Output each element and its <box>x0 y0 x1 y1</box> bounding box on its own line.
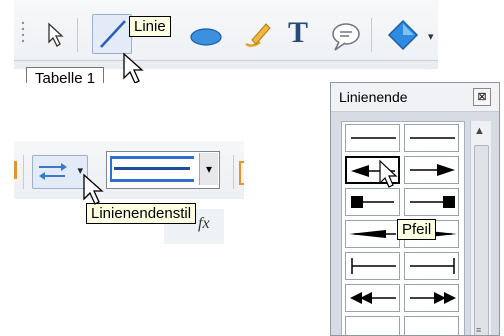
freeform-pencil-icon[interactable] <box>242 18 272 50</box>
selected-line-preview <box>110 156 194 182</box>
close-icon[interactable]: ⊠ <box>473 88 491 106</box>
line-tooltip: Linie <box>129 16 171 37</box>
line-tool-button[interactable] <box>92 14 132 54</box>
line-style-toolbar-panel: ▾ ▾ fx Linienendenstil <box>14 141 244 244</box>
line-ends-style-button[interactable]: ▾ <box>32 155 88 189</box>
line-end-double-arrow-left[interactable] <box>345 284 400 312</box>
line-icon <box>100 20 126 48</box>
toolbar-divider <box>77 18 78 52</box>
mouse-cursor-icon <box>83 173 104 205</box>
drawing-toolbar-panel: T ▾ Tabelle 1 Linie <box>14 0 438 83</box>
line-end-none-left[interactable] <box>345 124 400 152</box>
mouse-cursor-icon <box>123 52 144 83</box>
line-end-long-arrow-left[interactable] <box>345 220 400 248</box>
arrow-tooltip: Pfeil <box>397 219 437 240</box>
dropdown-arrow-icon[interactable]: ▾ <box>199 153 218 185</box>
sheet-tab[interactable]: Tabelle 1 <box>26 67 105 83</box>
line-end-bar-right[interactable] <box>404 252 459 280</box>
scroll-thumb[interactable] <box>474 145 489 335</box>
line-end-chooser-panel: Linienende ⊠ ▲ ≡ Pfeil <box>330 82 500 336</box>
toolbar-divider <box>23 155 24 189</box>
mouse-cursor-icon <box>379 159 398 188</box>
callout-icon[interactable] <box>329 22 363 52</box>
toolbar-divider <box>371 18 372 52</box>
line-end-more-right[interactable] <box>404 316 459 335</box>
scroll-grip-icon: ≡ <box>476 325 482 335</box>
toolbar-grip-icon <box>21 21 25 43</box>
select-arrow-icon[interactable] <box>44 22 66 48</box>
line-end-none-right[interactable] <box>404 124 459 152</box>
panel-titlebar: Linienende ⊠ <box>331 83 499 112</box>
partial-icon <box>239 161 244 185</box>
panel-title: Linienende <box>339 89 408 105</box>
partial-icon <box>14 161 17 179</box>
text-tool-icon[interactable]: T <box>288 16 308 50</box>
ellipse-icon[interactable] <box>189 26 223 48</box>
scroll-up-icon[interactable]: ▲ <box>474 125 485 137</box>
line-end-arrow-right[interactable] <box>404 156 459 184</box>
function-icon: fx <box>198 215 210 232</box>
line-end-double-arrow-right[interactable] <box>404 284 459 312</box>
dropdown-arrow-icon[interactable]: ▾ <box>428 30 434 43</box>
line-end-bar-left[interactable] <box>345 252 400 280</box>
line-end-square-left[interactable] <box>345 188 400 216</box>
line-style-dropdown[interactable]: ▾ <box>106 151 220 189</box>
vertical-scrollbar[interactable]: ▲ ≡ <box>470 121 491 335</box>
diamond-shape-icon[interactable] <box>386 18 420 52</box>
line-end-square-right[interactable] <box>404 188 459 216</box>
line-end-more-left[interactable] <box>345 316 400 335</box>
toolbar-divider <box>233 155 234 189</box>
arrow-ends-icon <box>39 163 67 180</box>
